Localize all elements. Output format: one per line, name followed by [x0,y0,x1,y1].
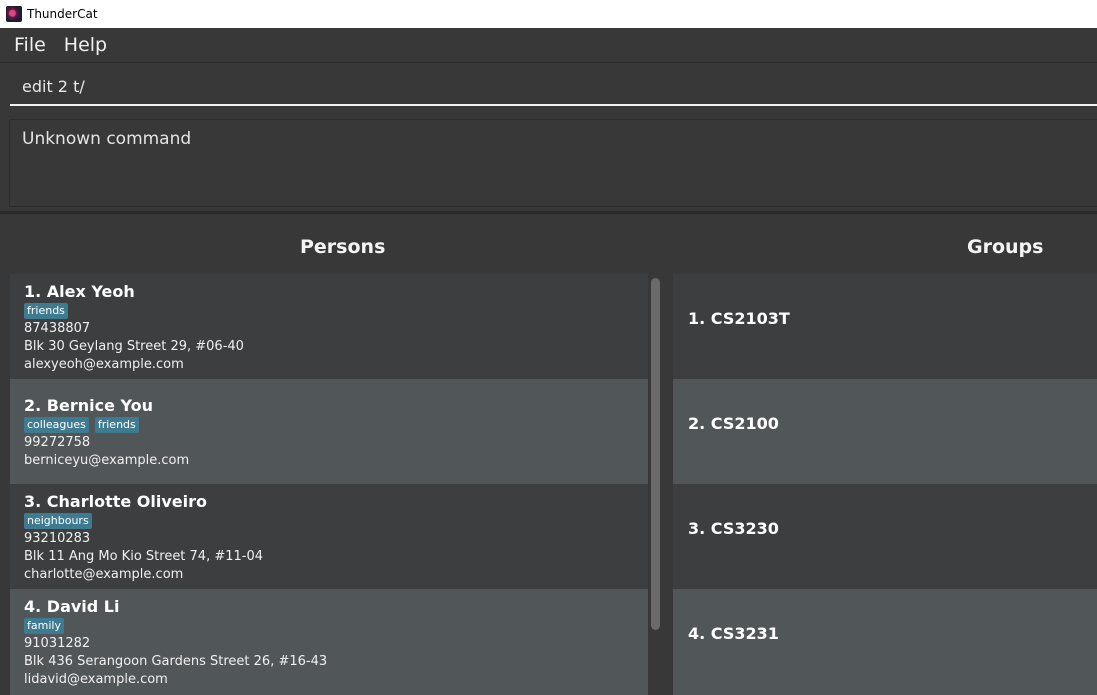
person-email: berniceyu@example.com [24,453,190,468]
person-email: alexyeoh@example.com [24,357,184,372]
tag-label: colleagues [24,417,89,433]
group-name: 3. CS3230 [688,519,779,538]
menu-help[interactable]: Help [57,34,114,56]
person-card[interactable]: 1. Alex Yeoh friends 87438807 Blk 30 Gey… [10,274,648,379]
group-list[interactable]: 1. CS2103T 2. CS2100 3. CS3230 4. CS3231 [673,274,1097,695]
person-card[interactable]: 4. David Li family 91031282 Blk 436 Sera… [10,589,648,695]
app-logo-icon [6,6,22,22]
person-name: 4. David Li [24,597,120,616]
person-address: Blk 30 Geylang Street 29, #06-40 [24,339,244,354]
person-name: 2. Bernice You [24,396,153,415]
group-card[interactable]: 2. CS2100 [673,379,1097,484]
title-bar: ThunderCat [0,0,1097,28]
persons-panel-title: Persons [300,236,386,258]
person-phone: 93210283 [24,531,91,546]
person-card[interactable]: 2. Bernice You colleagues friends 992727… [10,379,648,484]
person-phone: 91031282 [24,636,91,651]
person-phone: 87438807 [24,321,91,336]
person-phone: 99272758 [24,435,91,450]
person-tags: family [24,618,64,634]
result-message: Unknown command [22,129,192,149]
group-name: 4. CS3231 [688,624,779,643]
menu-bar: File Help [0,28,1097,63]
person-address: Blk 11 Ang Mo Kio Street 74, #11-04 [24,549,264,564]
tag-label: friends [24,303,68,319]
groups-panel-title: Groups [967,236,1044,258]
result-display[interactable]: Unknown command [9,119,1097,207]
menu-file[interactable]: File [7,34,53,56]
person-address: Blk 436 Serangoon Gardens Street 26, #16… [24,654,328,669]
person-email: charlotte@example.com [24,567,184,582]
scrollbar-thumb[interactable] [651,278,660,630]
group-card[interactable]: 1. CS2103T [673,274,1097,379]
person-card[interactable]: 3. Charlotte Oliveiro neighbours 9321028… [10,484,648,589]
group-card[interactable]: 3. CS3230 [673,484,1097,589]
command-input[interactable] [10,76,1097,96]
window-title: ThunderCat [27,7,98,21]
person-tags: colleagues friends [24,417,139,433]
group-name: 2. CS2100 [688,414,779,433]
person-name: 1. Alex Yeoh [24,282,135,301]
tag-label: neighbours [24,513,92,529]
person-email: lidavid@example.com [24,672,168,687]
person-list[interactable]: 1. Alex Yeoh friends 87438807 Blk 30 Gey… [10,274,648,695]
person-tags: neighbours [24,513,92,529]
person-list-scrollbar[interactable] [648,274,662,695]
tag-label: friends [94,417,139,433]
person-tags: friends [24,303,68,319]
group-card[interactable]: 4. CS3231 [673,589,1097,695]
tag-label: family [24,618,64,634]
divider [0,211,1097,214]
person-name: 3. Charlotte Oliveiro [24,492,208,511]
command-box [10,68,1097,106]
group-name: 1. CS2103T [688,309,790,328]
